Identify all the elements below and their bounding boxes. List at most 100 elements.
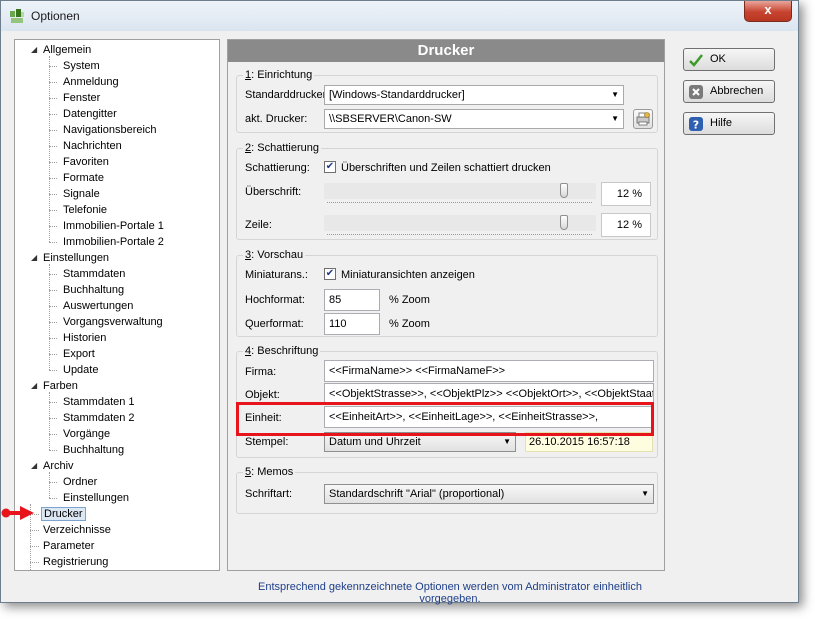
- ueberschrift-label: Überschrift:: [245, 186, 302, 198]
- querformat-label: Querformat:: [245, 318, 304, 330]
- tree-item-label: Update: [63, 364, 99, 376]
- tree-leaf[interactable]: Auswertungen: [49, 298, 135, 314]
- tree-node[interactable]: Drucker: [30, 506, 86, 522]
- chevron-down-icon: ▼: [641, 489, 649, 498]
- tree-connector: [49, 130, 57, 131]
- tree-connector: [49, 322, 57, 323]
- tree-leaf[interactable]: Datengitter: [49, 106, 119, 122]
- tree-node[interactable]: Parameter: [30, 538, 96, 554]
- firma-input[interactable]: <<FirmaName>> <<FirmaNameF>>: [324, 360, 654, 382]
- akt-drucker-label: akt. Drucker:: [245, 113, 308, 125]
- ueberschrift-slider[interactable]: [324, 183, 596, 199]
- zeile-slider-handle[interactable]: [560, 215, 568, 230]
- help-button[interactable]: ? Hilfe: [683, 112, 775, 135]
- close-button[interactable]: x: [744, 1, 792, 22]
- section-einrichtung: 1: Einrichtung Standarddrucker: [Windows…: [236, 68, 658, 133]
- tree-leaf[interactable]: Signale: [49, 186, 102, 202]
- tree-connector: [30, 562, 39, 563]
- tree-leaf[interactable]: Nachrichten: [49, 138, 124, 154]
- tree-leaf[interactable]: Formate: [49, 170, 106, 186]
- querformat-input[interactable]: 110: [324, 313, 380, 335]
- expander-icon[interactable]: ◢: [31, 458, 37, 474]
- tree-leaf[interactable]: Stammdaten 1: [49, 394, 137, 410]
- tree-connector: [49, 264, 50, 370]
- stempel-label: Stempel:: [245, 436, 289, 448]
- tree-item-label: Signale: [63, 188, 100, 200]
- expander-icon[interactable]: ◢: [31, 250, 37, 266]
- tree-node[interactable]: Verzeichnisse: [30, 522, 113, 538]
- tree-item-label: Auswertungen: [63, 300, 134, 312]
- window-title: Optionen: [31, 9, 80, 23]
- section-schattierung: 2: Schattierung Schattierung: ✔ Überschr…: [236, 141, 658, 240]
- tree-node[interactable]: ◢ Einstellungen: [31, 250, 111, 266]
- tree-item-label: Telefonie: [63, 204, 108, 216]
- tree-leaf[interactable]: Export: [49, 346, 97, 362]
- tree-connector: [49, 338, 57, 339]
- tree-leaf[interactable]: Telefonie: [49, 202, 109, 218]
- tree-item-label: Ordner: [63, 476, 98, 488]
- tree-connector: [49, 56, 50, 242]
- standarddrucker-select[interactable]: [Windows-Standarddrucker] ▼: [324, 85, 624, 105]
- tree-item-label: Registrierung: [43, 556, 109, 568]
- tree-leaf[interactable]: Update: [49, 362, 100, 378]
- ueberschrift-slider-handle[interactable]: [560, 183, 568, 198]
- zeile-percent: 12 %: [601, 213, 651, 237]
- tree-connector: [49, 306, 57, 307]
- tree-item-label: Einstellungen: [43, 252, 110, 264]
- akt-drucker-select[interactable]: \\SBSERVER\Canon-SW ▼: [324, 109, 624, 129]
- expander-icon[interactable]: ◢: [31, 42, 37, 58]
- cancel-icon: [689, 85, 703, 99]
- tree-leaf[interactable]: Einstellungen: [49, 490, 131, 506]
- section-title-memos: 5: Memos: [243, 465, 296, 479]
- tree-leaf[interactable]: Stammdaten: [49, 266, 127, 282]
- tree-node[interactable]: Registrierung: [30, 554, 110, 570]
- tree-node[interactable]: ◢ Archiv: [31, 458, 76, 474]
- tree-node[interactable]: ◢ Farben: [31, 378, 80, 394]
- tree-item-label: Allgemein: [43, 44, 92, 56]
- zeile-ticks: [327, 234, 592, 237]
- zeile-slider[interactable]: [324, 215, 596, 231]
- tree-leaf[interactable]: Ordner: [49, 474, 99, 490]
- tree-connector: [49, 450, 57, 451]
- miniatur-checkbox[interactable]: ✔: [324, 268, 336, 280]
- tree-connector: [49, 226, 57, 227]
- tree-leaf[interactable]: Vorgangsverwaltung: [49, 314, 165, 330]
- tree-leaf[interactable]: Vorgänge: [49, 426, 112, 442]
- ok-button[interactable]: OK: [683, 48, 775, 71]
- tree-leaf[interactable]: Favoriten: [49, 154, 111, 170]
- tree-connector: [49, 472, 50, 498]
- schriftart-select[interactable]: Standardschrift "Arial" (proportional) ▼: [324, 484, 654, 504]
- tree-leaf[interactable]: Anmeldung: [49, 74, 121, 90]
- tree-item-label: Vorgangsverwaltung: [63, 316, 163, 328]
- tree-item-label: Einstellungen: [63, 492, 130, 504]
- tree-connector: [49, 354, 57, 355]
- tree-leaf[interactable]: Immobilien-Portale 2: [49, 234, 166, 250]
- tree-item-label: Buchhaltung: [63, 284, 125, 296]
- tree-leaf[interactable]: Stammdaten 2: [49, 410, 137, 426]
- tree-leaf[interactable]: Buchhaltung: [49, 442, 126, 458]
- tree-leaf[interactable]: Immobilien-Portale 1: [49, 218, 166, 234]
- einheit-highlight-annotation: [236, 402, 654, 436]
- tree-connector: [49, 114, 57, 115]
- schattierung-checkbox[interactable]: ✔: [324, 161, 336, 173]
- zeile-label: Zeile:: [245, 219, 272, 231]
- cancel-button[interactable]: Abbrechen: [683, 80, 775, 103]
- title-bar[interactable]: Optionen x: [1, 1, 798, 31]
- tree-connector: [49, 274, 57, 275]
- tree-item-label: Historien: [63, 332, 107, 344]
- tree-leaf[interactable]: Navigationsbereich: [49, 122, 159, 138]
- schriftart-label: Schriftart:: [245, 488, 293, 500]
- tree-connector: [49, 370, 57, 371]
- tree-leaf[interactable]: Buchhaltung: [49, 282, 126, 298]
- tree-item-label: Immobilien-Portale 1: [63, 220, 164, 232]
- printer-setup-button[interactable]: [633, 109, 653, 129]
- ueberschrift-ticks: [327, 202, 592, 205]
- tree-leaf[interactable]: Fenster: [49, 90, 102, 106]
- tree-item-label: Immobilien-Portale 2: [63, 236, 164, 248]
- tree-connector: [49, 242, 57, 243]
- tree-leaf[interactable]: Historien: [49, 330, 108, 346]
- tree-leaf[interactable]: System: [49, 58, 102, 74]
- expander-icon[interactable]: ◢: [31, 378, 37, 394]
- options-tree[interactable]: ◢ Allgemein System Anmeldung Fenster Datengit…: [14, 39, 220, 571]
- hochformat-input[interactable]: 85: [324, 289, 380, 311]
